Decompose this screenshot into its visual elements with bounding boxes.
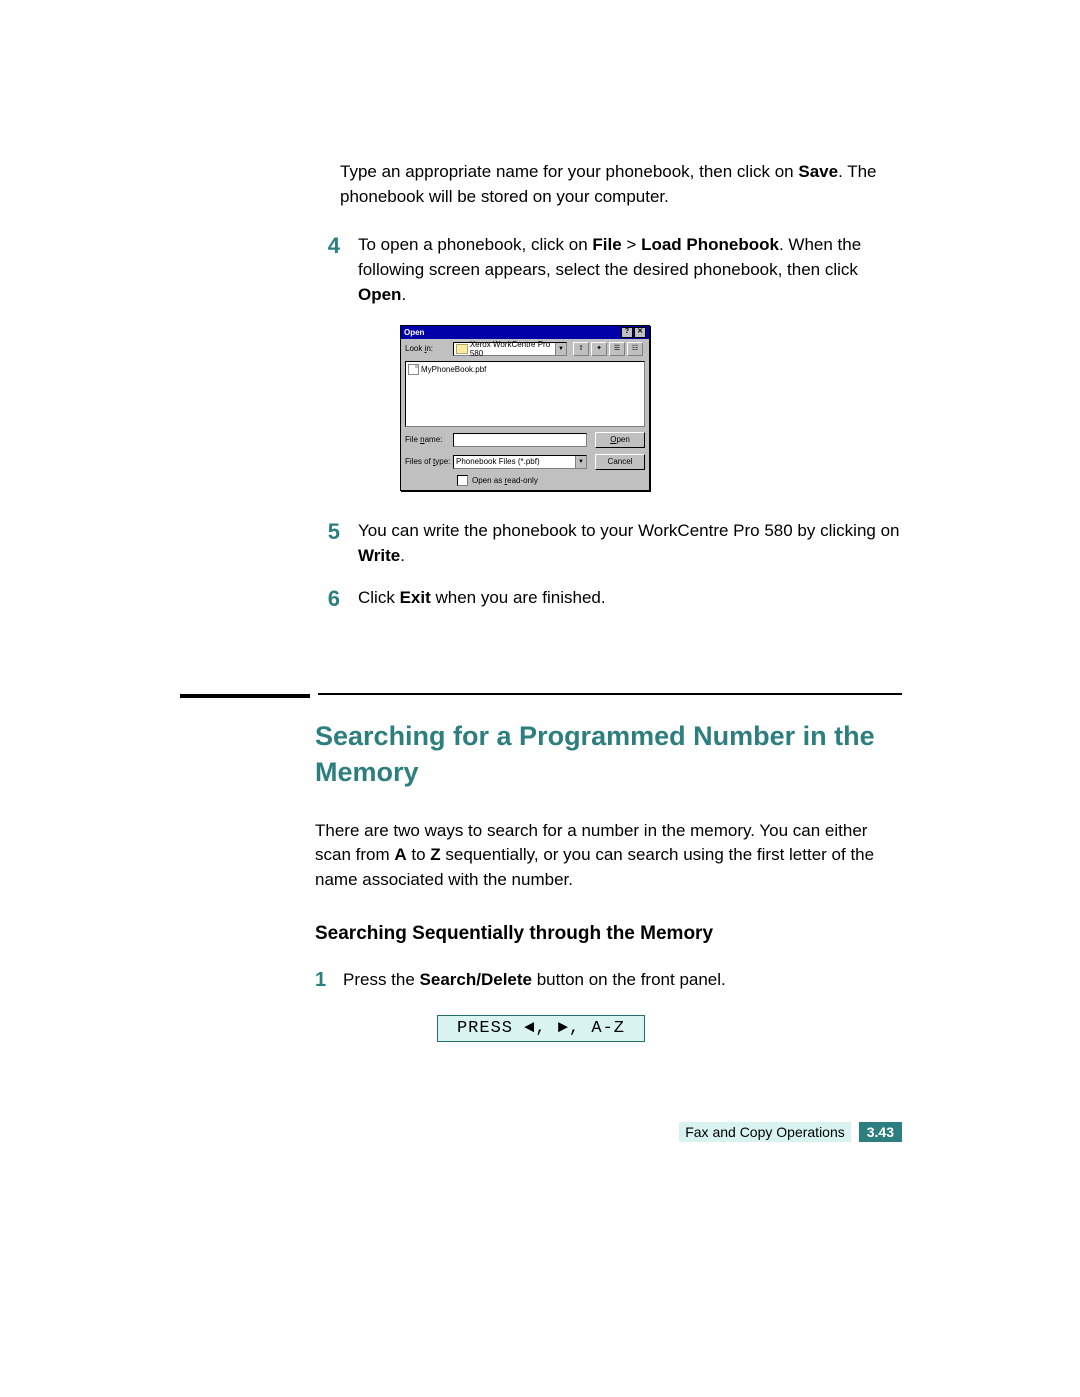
filename-label: File name:: [405, 435, 449, 445]
close-icon[interactable]: ✕: [634, 327, 646, 338]
subsection-heading: Searching Sequentially through the Memor…: [315, 921, 902, 947]
cancel-button[interactable]: Cancel: [595, 454, 645, 470]
list-view-icon[interactable]: ☰: [609, 342, 625, 356]
section-heading: Searching for a Programmed Number in the…: [315, 718, 902, 791]
chevron-down-icon[interactable]: ▼: [575, 456, 586, 468]
readonly-checkbox[interactable]: Open as read-only: [401, 473, 649, 490]
page-number: 3.43: [859, 1122, 902, 1142]
step-4-number: 4: [180, 233, 358, 307]
look-in-label: Look in:: [405, 344, 449, 354]
sub-step-1-number: 1: [315, 968, 343, 993]
lcd-display: PRESS ◄, ►, A-Z: [437, 1015, 645, 1042]
step-6: 6 Click Exit when you are finished.: [180, 586, 902, 612]
dialog-titlebar: Open ? ✕: [401, 326, 649, 339]
open-dialog: Open ? ✕ Look in: Xerox WorkCentre Pro 5…: [400, 325, 650, 491]
folder-icon: [456, 344, 468, 354]
intro-paragraph: Type an appropriate name for your phoneb…: [340, 160, 902, 209]
section-rule: [180, 693, 902, 698]
list-item[interactable]: MyPhoneBook.pbf: [408, 364, 642, 375]
step-4: 4 To open a phonebook, click on File > L…: [180, 233, 902, 307]
up-folder-icon[interactable]: ⇧: [573, 342, 589, 356]
step-5-text: You can write the phonebook to your Work…: [358, 519, 902, 568]
step-5: 5 You can write the phonebook to your Wo…: [180, 519, 902, 568]
file-list[interactable]: MyPhoneBook.pbf: [405, 361, 645, 427]
new-folder-icon[interactable]: ✦: [591, 342, 607, 356]
file-icon: [408, 364, 419, 375]
sub-step-1: 1 Press the Search/Delete button on the …: [315, 968, 902, 993]
help-icon[interactable]: ?: [621, 327, 633, 338]
dialog-title-text: Open: [404, 328, 424, 338]
sub-step-1-text: Press the Search/Delete button on the fr…: [343, 968, 902, 993]
step-6-number: 6: [180, 586, 358, 612]
open-button[interactable]: Open: [595, 432, 645, 448]
filetype-label: Files of type:: [405, 457, 449, 467]
filename-input[interactable]: [453, 433, 587, 447]
step-6-text: Click Exit when you are finished.: [358, 586, 902, 612]
footer-label: Fax and Copy Operations: [679, 1122, 851, 1142]
step-4-text: To open a phonebook, click on File > Loa…: [358, 233, 902, 307]
page-footer: Fax and Copy Operations 3.43: [679, 1122, 902, 1142]
checkbox-icon[interactable]: [457, 475, 468, 486]
step-5-number: 5: [180, 519, 358, 568]
filetype-combo[interactable]: Phonebook Files (*.pbf) ▼: [453, 455, 587, 469]
chevron-down-icon[interactable]: ▼: [555, 343, 566, 355]
details-view-icon[interactable]: ☷: [627, 342, 643, 356]
section-para: There are two ways to search for a numbe…: [315, 819, 902, 893]
look-in-combo[interactable]: Xerox WorkCentre Pro 580 ▼: [453, 342, 567, 356]
